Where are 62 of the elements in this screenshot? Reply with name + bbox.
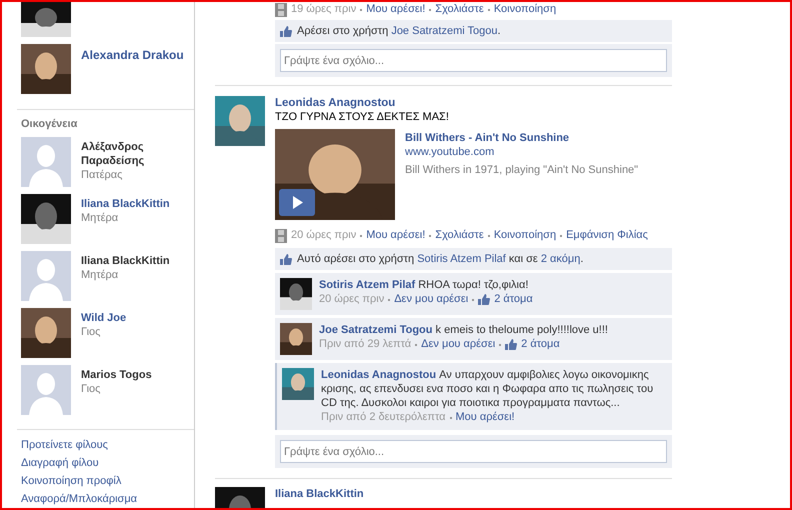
thumbs-up-icon (505, 339, 518, 350)
comment-time: 20 ώρες πριν (319, 292, 384, 307)
profile-link[interactable]: Διαγραφή φίλου (21, 454, 194, 472)
film-icon (275, 228, 287, 242)
post-time: 20 ώρες πριν (291, 228, 356, 243)
video-url-link[interactable]: www.youtube.com (405, 145, 638, 159)
default-avatar-icon (21, 365, 71, 415)
post-text: ΤΖΟ ΓΥΡΝΑ ΣΤΟΥΣ ΔΕΚΤΕΣ ΜΑΣ! (275, 111, 449, 123)
relation-label: Πατέρας (81, 168, 124, 182)
post-author[interactable]: Leonidas Anagnostou (275, 97, 396, 109)
like-count-link[interactable]: 2 άτομα (521, 337, 560, 352)
relation-label: Μητέρα (81, 268, 120, 282)
family-member-name: Αλέξανδρος Παραδείσης (81, 140, 146, 168)
comment-text: Leonidas Anagnostou Αν υπαρχουν αμφιβολιες λογω οικονομικης κρισης, ας επενδυσει ενα ποσο και η Φωφαρα απο τις πωλησεις του CD της. Δυσκολοι καιροι για ποιοτικα προγραμματα παντως... (321, 368, 654, 410)
comment-text: Sotiris Atzem Pilaf RHOA τωρα! τζο,φιλια! (319, 278, 530, 292)
post-author[interactable]: Iliana BlackKittin (275, 487, 364, 501)
default-avatar-icon (21, 137, 71, 187)
post-action-link[interactable]: Μου αρέσει! (366, 228, 426, 243)
thumbs-up-icon (280, 254, 292, 264)
likes-text: . (498, 25, 501, 37)
video-title-link[interactable]: Bill Withers - Ain't No Sunshine (405, 131, 638, 145)
likes-text: Αρέσει στο χρήστη (297, 25, 390, 37)
user-link[interactable]: Sotiris Atzem Pilaf (417, 253, 506, 265)
comment-field[interactable]: Γράψτε ένα σχόλιο... (280, 440, 667, 463)
relation-label: Γιος (81, 382, 102, 396)
thumbs-up-icon (280, 26, 292, 36)
film-icon (275, 2, 287, 16)
section-heading: Οικογένεια (21, 118, 78, 130)
comment-field[interactable]: Γράψτε ένα σχόλιο... (280, 49, 667, 72)
comment-like-link[interactable]: Μου αρέσει! (456, 410, 515, 425)
user-link[interactable]: 2 ακόμη (540, 253, 580, 265)
profile-link[interactable]: Αναφορά/Μπλοκάρισμα (21, 490, 194, 508)
post-action-link[interactable]: Σχολιάστε (435, 2, 484, 17)
post-action-link[interactable]: Σχολιάστε (435, 228, 484, 243)
family-member-name[interactable]: Wild Joe (81, 311, 181, 325)
comment-time: Πριν από 29 λεπτά (319, 337, 412, 352)
comment-text: Joe Satratzemi Togou k emeis to theloume poly!!!!love u!!! (319, 323, 608, 337)
comment-like-link[interactable]: Δεν μου αρέσει (394, 292, 468, 307)
play-button-icon[interactable] (279, 189, 315, 216)
profile-link[interactable]: Κοινοποίηση προφίλ (21, 472, 194, 490)
post-time: 19 ώρες πριν (291, 2, 356, 17)
family-member-name: Marios Togos (81, 368, 153, 382)
friend-name[interactable]: Alexandra Drakou (81, 48, 184, 62)
family-member-name[interactable]: Iliana BlackKittin (81, 197, 181, 211)
user-link[interactable]: Joe Satratzemi Togou (391, 25, 498, 37)
likes-text: και σε (508, 253, 539, 265)
post-action-link[interactable]: Μου αρέσει! (366, 2, 426, 17)
like-count-link[interactable]: 2 άτομα (494, 292, 533, 307)
post-action-link[interactable]: Εμφάνιση Φιλίας (566, 228, 648, 243)
post-action-link[interactable]: Κοινοποίηση (494, 228, 556, 243)
comment-time: Πριν από 2 δευτερόλεπτα (321, 410, 446, 425)
video-description: Bill Withers in 1971, playing "Ain't No Sunshine" (405, 163, 638, 177)
thumbs-up-icon (478, 294, 490, 305)
post-action-link[interactable]: Κοινοποίηση (494, 2, 556, 17)
likes-text: Αυτό αρέσει στο χρήστη (297, 253, 416, 265)
family-member-name: Iliana BlackKittin (81, 254, 171, 268)
default-avatar-icon (21, 251, 71, 301)
relation-label: Γιος (81, 325, 102, 339)
relation-label: Μητέρα (81, 211, 120, 225)
comment-like-link[interactable]: Δεν μου αρέσει (421, 337, 496, 352)
profile-link[interactable]: Προτείνετε φίλους (21, 436, 194, 454)
likes-text: . (580, 253, 584, 265)
